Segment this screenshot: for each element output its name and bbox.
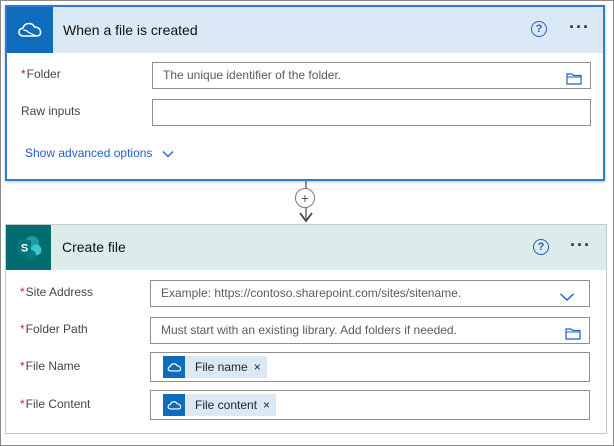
sharepoint-icon-letter: S — [20, 242, 27, 254]
folder-input[interactable]: The unique identifier of the folder. — [152, 62, 591, 89]
help-icon[interactable]: ? — [531, 21, 547, 37]
trigger-header[interactable]: When a file is created ? ··· — [7, 7, 603, 53]
remove-token-icon[interactable]: × — [263, 393, 276, 418]
remove-token-icon[interactable]: × — [254, 355, 267, 380]
required-marker: * — [20, 359, 25, 373]
folder-icon[interactable] — [565, 324, 581, 349]
raw-inputs-field[interactable] — [152, 99, 591, 126]
help-icon[interactable]: ? — [533, 239, 549, 255]
required-marker: * — [20, 322, 25, 336]
chevron-down-icon — [162, 147, 174, 161]
file-content-input[interactable]: File content × — [150, 390, 590, 420]
show-advanced-options-link[interactable]: Show advanced options — [25, 146, 174, 161]
trigger-title: When a file is created — [63, 22, 198, 38]
required-marker: * — [20, 285, 25, 299]
dynamic-content-token[interactable]: File content × — [163, 393, 277, 418]
required-marker: * — [20, 397, 25, 411]
more-options-icon[interactable]: ··· — [569, 18, 590, 36]
action-header[interactable]: S Create file ? ··· — [6, 225, 606, 270]
onedrive-cloud-icon — [163, 394, 185, 416]
site-address-dropdown[interactable]: Example: https://contoso.sharepoint.com/… — [150, 280, 590, 307]
add-step-button[interactable]: + — [295, 188, 315, 208]
file-name-label: *File Name — [20, 359, 81, 373]
site-address-placeholder: Example: https://contoso.sharepoint.com/… — [161, 286, 462, 300]
more-options-icon[interactable]: ··· — [570, 236, 591, 254]
token-label: File name — [195, 359, 248, 374]
folder-label: *Folder — [21, 67, 61, 81]
folder-path-input[interactable]: Must start with an existing library. Add… — [150, 317, 590, 344]
trigger-card[interactable]: When a file is created ? ··· *Folder The… — [5, 5, 605, 181]
folder-path-placeholder: Must start with an existing library. Add… — [161, 323, 457, 337]
dynamic-content-token[interactable]: File name × — [163, 356, 267, 378]
sharepoint-icon: S — [6, 225, 51, 270]
file-name-input[interactable]: File name × — [150, 352, 590, 382]
file-content-label: *File Content — [20, 397, 91, 411]
folder-placeholder: The unique identifier of the folder. — [163, 68, 342, 82]
chevron-down-icon[interactable] — [559, 286, 575, 311]
onedrive-cloud-icon — [163, 356, 185, 378]
action-title: Create file — [62, 239, 126, 255]
token-label: File content — [195, 397, 258, 412]
required-marker: * — [21, 67, 26, 81]
site-address-label: *Site Address — [20, 285, 94, 299]
action-card[interactable]: S Create file ? ··· *Site Address Exampl… — [5, 224, 607, 434]
folder-icon[interactable] — [566, 69, 582, 94]
folder-path-label: *Folder Path — [20, 322, 88, 336]
onedrive-cloud-icon — [7, 7, 53, 53]
raw-inputs-label: Raw inputs — [21, 104, 81, 118]
